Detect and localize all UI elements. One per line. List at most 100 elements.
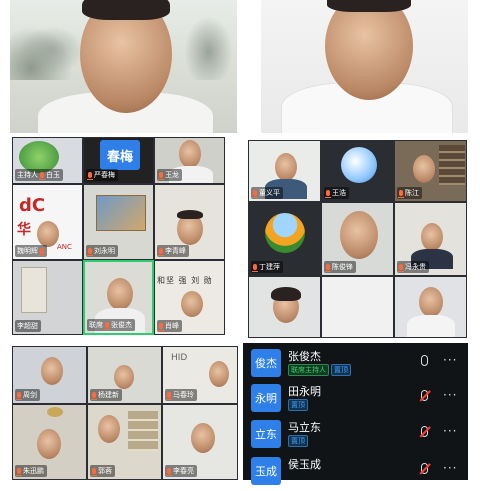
participant-name: 杨建新 xyxy=(98,391,119,399)
video-main-right[interactable] xyxy=(261,0,468,133)
participant-name: 陈江 xyxy=(405,189,419,197)
participant-row[interactable]: 俊杰 张俊杰 联席主持人 置顶 ··· xyxy=(243,345,468,383)
face xyxy=(191,423,215,453)
participant-label: 马春玲 xyxy=(165,389,197,401)
face xyxy=(275,153,297,181)
mic-icon xyxy=(252,264,258,272)
avatar: 春梅 xyxy=(100,140,140,170)
microphone-muted-icon[interactable] xyxy=(421,390,428,401)
mic-icon xyxy=(252,190,258,198)
more-options-icon[interactable]: ··· xyxy=(443,388,457,402)
face xyxy=(340,211,378,259)
mountain-painting-right xyxy=(180,10,237,80)
face xyxy=(114,365,134,389)
participant-row[interactable]: 立东 马立东 置顶 ··· xyxy=(243,416,468,454)
participant-list: 俊杰 张俊杰 联席主持人 置顶 ··· 永明 田永明 置顶 ··· 立东 马立东… xyxy=(243,343,468,485)
video-tile[interactable]: 丁建萍 xyxy=(248,202,321,276)
participant-name: 侯玉成 xyxy=(288,458,321,471)
mic-icon xyxy=(325,190,331,198)
microphone-muted-icon[interactable] xyxy=(421,463,428,474)
participant-label: 朱迅鹏 xyxy=(15,465,47,477)
video-main-left[interactable] xyxy=(10,0,237,133)
participant-label: 陈俊锋 xyxy=(324,261,356,273)
video-tile[interactable]: 刘永明 xyxy=(83,184,154,260)
face xyxy=(98,415,120,443)
video-tile[interactable]: 冯永贵 xyxy=(394,202,467,276)
mic-icon xyxy=(91,392,97,400)
participant-tags: 联席主持人 置顶 xyxy=(288,364,351,376)
participant-label: 董义平 xyxy=(251,187,283,199)
face xyxy=(41,357,63,385)
participant-name: 张俊杰 xyxy=(111,321,132,329)
avatar: 立东 xyxy=(251,420,281,448)
avatar: 永明 xyxy=(251,384,281,412)
video-tile[interactable] xyxy=(394,276,467,338)
video-tile[interactable]: 李春亮 xyxy=(162,404,238,480)
participant-label: 丁建萍 xyxy=(251,261,283,273)
video-tile[interactable]: HID 马春玲 xyxy=(162,346,238,404)
participant-name: 张俊杰 xyxy=(288,350,321,363)
video-tile[interactable]: dC 华 ANC 魏明辉 xyxy=(12,184,83,260)
participant-row[interactable]: 玉成 侯玉成 ··· xyxy=(243,453,468,491)
more-options-icon[interactable]: ··· xyxy=(443,353,457,367)
video-tile[interactable]: 主持人 白玉 xyxy=(12,137,83,184)
face xyxy=(107,278,133,310)
video-tile[interactable]: 李超甜 xyxy=(12,260,83,335)
company-logo: dC xyxy=(19,195,46,216)
video-tile[interactable] xyxy=(248,276,321,338)
participant-label: 魏明辉 xyxy=(15,245,47,257)
video-tile[interactable]: 陈江 xyxy=(394,140,467,202)
participant-name: 陈俊锋 xyxy=(332,263,353,271)
participant-name: 李超甜 xyxy=(17,322,38,330)
video-grid-right: 董义平 王浩 陈江 丁建萍 陈俊锋 冯永贵 xyxy=(248,140,467,338)
video-tile[interactable]: 王龙 xyxy=(154,137,225,184)
more-options-icon[interactable]: ··· xyxy=(443,424,457,438)
mic-icon xyxy=(39,172,45,180)
video-tile[interactable]: 李青峰 xyxy=(154,184,225,260)
microphone-icon[interactable] xyxy=(421,355,428,366)
video-tile[interactable] xyxy=(321,276,394,338)
video-tile[interactable]: 郭蓉 xyxy=(87,404,162,480)
participant-name: 郭蓉 xyxy=(98,467,112,475)
video-tile[interactable]: 周剑 xyxy=(12,346,87,404)
wall-painting xyxy=(96,195,146,231)
face xyxy=(209,361,229,387)
participant-name: 王龙 xyxy=(165,171,179,179)
flower-avatar xyxy=(265,213,305,253)
video-tile[interactable]: 朱迅鹏 xyxy=(12,404,87,480)
video-tile[interactable]: 春梅 严春梅 xyxy=(83,137,154,184)
participant-name: 丁建萍 xyxy=(259,263,280,271)
participant-name: 董义平 xyxy=(259,189,280,197)
avatar: 俊杰 xyxy=(251,349,281,377)
participant-name: 李青峰 xyxy=(165,247,186,255)
video-tile[interactable]: 董义平 xyxy=(248,140,321,202)
pinned-badge: 置顶 xyxy=(331,364,351,376)
face xyxy=(37,221,59,247)
participant-name: 马春玲 xyxy=(173,391,194,399)
cohost-badge: 联席主持人 xyxy=(288,364,329,376)
video-tile[interactable]: 杨建新 xyxy=(87,346,162,404)
mic-icon xyxy=(166,468,172,476)
video-tile[interactable]: 联席 张俊杰 xyxy=(83,260,154,335)
video-tile[interactable]: 王浩 xyxy=(321,140,394,202)
face xyxy=(413,155,435,183)
more-options-icon[interactable]: ··· xyxy=(443,461,457,475)
video-tile[interactable]: 陈俊锋 xyxy=(321,202,394,276)
participant-label: 王龙 xyxy=(157,169,182,181)
participant-row[interactable]: 永明 田永明 置顶 ··· xyxy=(243,380,468,418)
microphone-muted-icon[interactable] xyxy=(421,426,428,437)
sky-avatar xyxy=(341,147,377,183)
participant-label: 周剑 xyxy=(15,389,40,401)
participant-name: 李春亮 xyxy=(173,467,194,475)
mic-icon xyxy=(398,190,404,198)
bookshelf xyxy=(439,145,465,185)
mic-icon xyxy=(158,172,164,180)
participant-name: 田永明 xyxy=(288,385,321,398)
participant-name: 肖峰 xyxy=(165,322,179,330)
video-tile[interactable]: 和坚 强 刘 勋 肖峰 xyxy=(154,260,225,335)
mic-icon xyxy=(91,468,97,476)
participant-label: 肖峰 xyxy=(157,320,182,332)
participant-label: 刘永明 xyxy=(86,245,118,257)
mic-icon xyxy=(16,392,22,400)
mountain-painting xyxy=(10,20,80,80)
